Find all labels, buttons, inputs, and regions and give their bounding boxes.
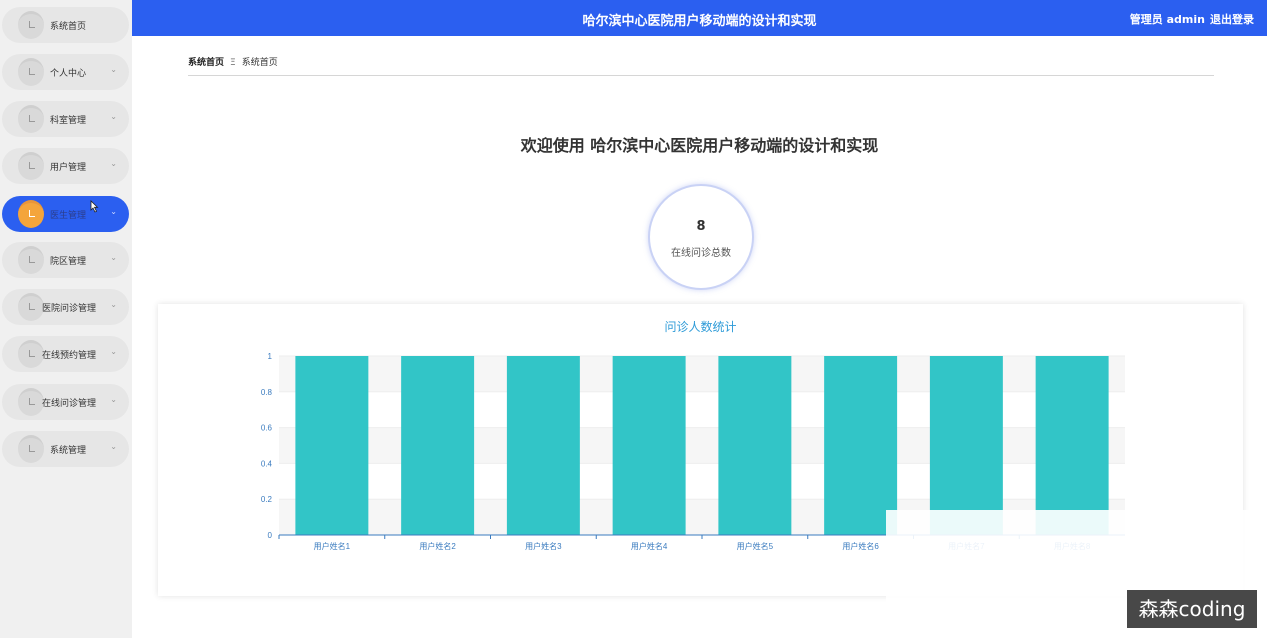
consultation-total-label: 在线问诊总数 [671, 248, 731, 259]
sidebar-item-label: 医生管理 [50, 211, 87, 221]
breadcrumb: 系统首页 Ξ 系统首页 [188, 55, 278, 68]
breadcrumb-root[interactable]: 系统首页 [188, 58, 224, 68]
bar [401, 356, 475, 535]
x-tick-label: 用户姓名3 [525, 541, 562, 551]
consultation-total-card: 8 在线问诊总数 [648, 184, 754, 290]
menu-icon [18, 152, 44, 180]
watermark: 森森coding [1127, 590, 1257, 628]
sidebar-item[interactable]: 个人中心 ⌄ [2, 54, 129, 90]
chevron-down-icon: ⌄ [110, 112, 117, 121]
bar [824, 356, 898, 535]
y-tick-label: 0 [268, 531, 273, 540]
menu-icon [18, 246, 44, 274]
sidebar-item[interactable]: 系统管理 ⌄ [2, 431, 129, 467]
y-tick-label: 0.6 [261, 424, 273, 433]
bar [718, 356, 792, 535]
menu-icon [18, 293, 44, 321]
current-user: 管理员 admin [1129, 13, 1205, 26]
sidebar-item-label: 用户管理 [50, 163, 87, 173]
menu-icon [18, 340, 44, 368]
mouse-pointer-icon [90, 200, 99, 213]
menu-icon [18, 11, 44, 39]
chevron-down-icon: ⌄ [110, 207, 117, 216]
y-tick-label: 0.4 [261, 459, 273, 468]
consultation-total-value: 8 [696, 219, 706, 234]
chevron-down-icon: ⌄ [110, 442, 117, 451]
chevron-down-icon: ⌄ [110, 253, 117, 262]
sidebar-item[interactable]: 医生管理 ⌄ [2, 196, 129, 232]
chevron-down-icon: ⌄ [110, 395, 117, 404]
chevron-down-icon: ⌄ [110, 159, 117, 168]
sidebar-item-label: 系统管理 [50, 446, 87, 456]
sidebar-item[interactable]: 系统首页 [2, 7, 129, 43]
chevron-down-icon: ⌄ [110, 300, 117, 309]
sidebar-item[interactable]: 医院问诊管理 ⌄ [2, 289, 129, 325]
bar [506, 356, 580, 535]
menu-icon [18, 58, 44, 86]
chevron-down-icon: ⌄ [110, 65, 117, 74]
sidebar-item[interactable]: 在线预约管理 ⌄ [2, 336, 129, 372]
x-tick-label: 用户姓名4 [631, 541, 668, 551]
breadcrumb-separator-icon: Ξ [230, 58, 236, 68]
sidebar-item-label: 个人中心 [50, 69, 87, 79]
sidebar: 系统首页 个人中心 ⌄ 科室管理 ⌄ 用户管理 ⌄ 医生管理 ⌄ 院区管理 ⌄ 医院问诊管理 ⌄ 在线预约… [0, 0, 132, 638]
bar [295, 356, 369, 535]
menu-icon [18, 200, 44, 228]
sidebar-item-label: 科室管理 [50, 116, 87, 126]
sidebar-item-label: 医院问诊管理 [42, 304, 97, 314]
x-tick-label: 用户姓名6 [842, 541, 879, 551]
x-tick-label: 用户姓名1 [314, 541, 351, 551]
sidebar-item-label: 院区管理 [50, 257, 87, 267]
menu-icon [18, 105, 44, 133]
welcome-heading: 欢迎使用 哈尔滨中心医院用户移动端的设计和实现 [520, 136, 879, 155]
y-tick-label: 1 [268, 352, 273, 361]
sidebar-item-label: 系统首页 [50, 22, 87, 32]
x-tick-label: 用户姓名2 [419, 541, 456, 551]
chevron-down-icon: ⌄ [110, 347, 117, 356]
y-tick-label: 0.8 [261, 388, 273, 397]
y-tick-label: 0.2 [261, 495, 273, 504]
sidebar-item[interactable]: 科室管理 ⌄ [2, 101, 129, 137]
menu-icon [18, 388, 44, 416]
top-header: 哈尔滨中心医院用户移动端的设计和实现 管理员 admin 退出登录 [132, 0, 1267, 36]
sidebar-item[interactable]: 用户管理 ⌄ [2, 148, 129, 184]
bar [1035, 356, 1109, 535]
sidebar-item-label: 在线问诊管理 [42, 399, 97, 409]
sidebar-item[interactable]: 院区管理 ⌄ [2, 242, 129, 278]
bar [612, 356, 686, 535]
logout-link[interactable]: 退出登录 [1210, 11, 1254, 27]
breadcrumb-current: 系统首页 [241, 58, 278, 68]
breadcrumb-divider [188, 75, 1214, 76]
sidebar-item-label: 在线预约管理 [42, 351, 97, 361]
sidebar-item[interactable]: 在线问诊管理 ⌄ [2, 384, 129, 420]
menu-icon [18, 435, 44, 463]
app-title: 哈尔滨中心医院用户移动端的设计和实现 [582, 14, 817, 29]
x-tick-label: 用户姓名5 [737, 541, 774, 551]
bar [929, 356, 1003, 535]
